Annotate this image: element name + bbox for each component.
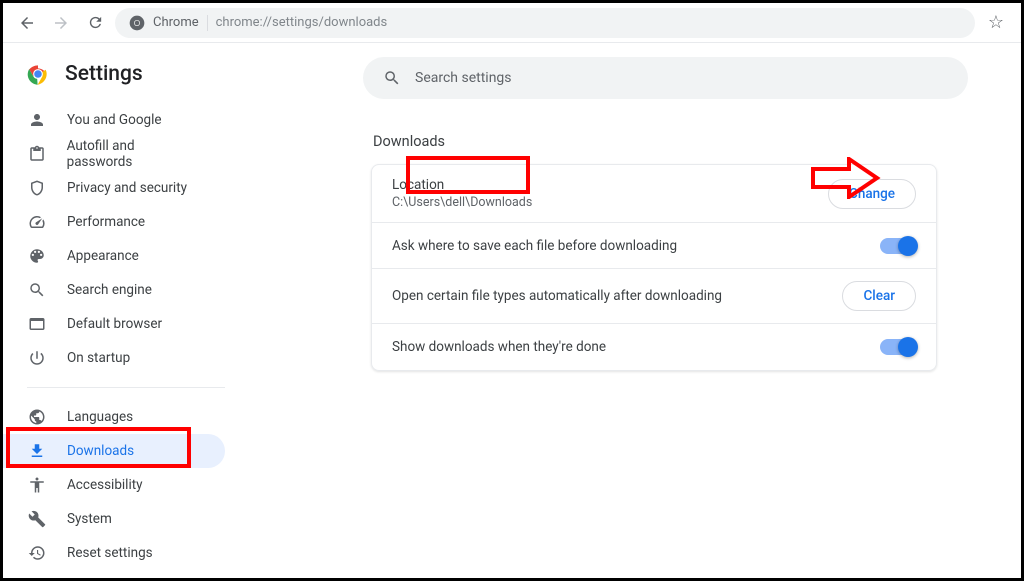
settings-title: Settings <box>65 62 143 86</box>
downloads-card: Location C:\Users\dell\Downloads Change … <box>371 164 937 371</box>
browser-toolbar: Chrome chrome://settings/downloads ☆ <box>3 3 1021 43</box>
ask-where-toggle[interactable] <box>880 238 916 254</box>
person-icon <box>27 110 47 130</box>
search-icon <box>27 280 47 300</box>
show-downloads-row: Show downloads when they're done <box>372 324 936 370</box>
location-value: C:\Users\dell\Downloads <box>392 195 532 210</box>
browser-icon <box>27 314 47 334</box>
sidebar-item-accessibility[interactable]: Accessibility <box>3 468 225 502</box>
ask-where-label: Ask where to save each file before downl… <box>392 238 677 254</box>
sidebar-item-on-startup[interactable]: On startup <box>3 341 225 375</box>
power-icon <box>27 348 47 368</box>
sidebar-item-downloads[interactable]: Downloads <box>3 434 225 468</box>
section-title: Downloads <box>373 133 991 150</box>
back-button[interactable] <box>13 9 41 37</box>
search-settings-input[interactable]: Search settings <box>363 57 968 99</box>
main-content: Search settings Downloads Location C:\Us… <box>253 43 1021 578</box>
open-filetypes-label: Open certain file types automatically af… <box>392 288 722 304</box>
wrench-icon <box>27 509 47 529</box>
sidebar-item-reset[interactable]: Reset settings <box>3 536 225 570</box>
forward-button[interactable] <box>47 9 75 37</box>
show-downloads-label: Show downloads when they're done <box>392 339 606 355</box>
clear-button[interactable]: Clear <box>842 281 916 311</box>
globe-icon <box>27 407 47 427</box>
open-filetypes-row: Open certain file types automatically af… <box>372 269 936 324</box>
chrome-logo-icon <box>25 61 51 87</box>
sidebar-item-autofill[interactable]: Autofill and passwords <box>3 137 225 171</box>
sidebar: Settings You and Google Autofill and pas… <box>3 43 253 578</box>
sidebar-item-label: System <box>67 511 112 527</box>
show-downloads-toggle[interactable] <box>880 339 916 355</box>
search-icon <box>383 69 401 87</box>
ask-where-row: Ask where to save each file before downl… <box>372 223 936 269</box>
sidebar-item-system[interactable]: System <box>3 502 225 536</box>
sidebar-item-label: Appearance <box>67 248 139 264</box>
speedometer-icon <box>27 212 47 232</box>
sidebar-item-label: Search engine <box>67 282 152 298</box>
clipboard-icon <box>27 144 47 164</box>
sidebar-item-label: Reset settings <box>67 545 153 561</box>
sidebar-item-label: You and Google <box>67 112 162 128</box>
search-placeholder: Search settings <box>415 70 512 86</box>
sidebar-item-label: Accessibility <box>67 477 143 493</box>
accessibility-icon <box>27 475 47 495</box>
url-bar[interactable]: Chrome chrome://settings/downloads <box>115 8 975 38</box>
location-label: Location <box>392 177 532 193</box>
sidebar-item-you-and-google[interactable]: You and Google <box>3 103 225 137</box>
sidebar-item-label: Privacy and security <box>67 180 187 196</box>
restore-icon <box>27 543 47 563</box>
chrome-icon <box>129 15 145 31</box>
reload-button[interactable] <box>81 9 109 37</box>
sidebar-item-appearance[interactable]: Appearance <box>3 239 225 273</box>
url-text: chrome://settings/downloads <box>216 15 388 30</box>
sidebar-item-label: Performance <box>67 214 145 230</box>
change-button[interactable]: Change <box>828 179 916 209</box>
sidebar-item-default-browser[interactable]: Default browser <box>3 307 225 341</box>
sidebar-item-privacy[interactable]: Privacy and security <box>3 171 225 205</box>
location-row: Location C:\Users\dell\Downloads Change <box>372 165 936 223</box>
sidebar-item-label: Languages <box>67 409 133 425</box>
sidebar-item-label: Downloads <box>67 443 134 459</box>
sidebar-item-label: Default browser <box>67 316 162 332</box>
sidebar-item-label: Autofill and passwords <box>67 138 201 170</box>
bookmark-star-icon[interactable]: ☆ <box>981 12 1011 33</box>
sidebar-item-languages[interactable]: Languages <box>3 400 225 434</box>
sidebar-item-performance[interactable]: Performance <box>3 205 225 239</box>
palette-icon <box>27 246 47 266</box>
url-label: Chrome <box>153 15 199 30</box>
download-icon <box>27 441 47 461</box>
sidebar-item-search-engine[interactable]: Search engine <box>3 273 225 307</box>
shield-icon <box>27 178 47 198</box>
sidebar-item-label: On startup <box>67 350 130 366</box>
